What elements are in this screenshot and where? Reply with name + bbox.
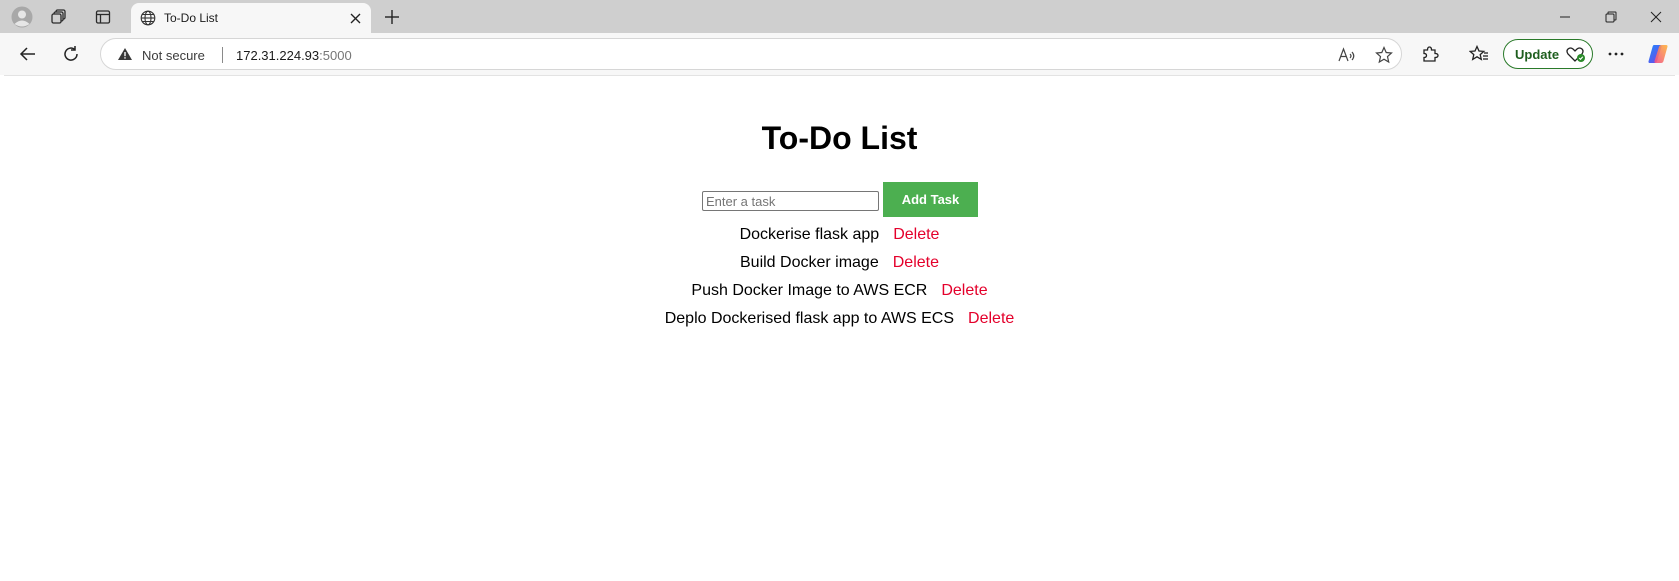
task-item: Push Docker Image to AWS ECR Delete: [4, 277, 1675, 305]
task-item: Dockerise flask app Delete: [4, 221, 1675, 249]
delete-link[interactable]: Delete: [941, 282, 987, 299]
address-separator: [222, 47, 223, 63]
profile-icon[interactable]: [8, 4, 36, 30]
address-bar[interactable]: Not secure 172.31.224.93:5000: [100, 38, 1402, 70]
tab-strip: To-Do List: [0, 0, 1679, 33]
url-text[interactable]: 172.31.224.93:5000: [236, 48, 352, 63]
globe-icon: [139, 9, 157, 27]
back-icon[interactable]: [13, 40, 43, 68]
update-heart-icon: [1566, 46, 1585, 62]
browser-toolbar: Not secure 172.31.224.93:5000 Update: [0, 33, 1679, 75]
warning-icon[interactable]: [117, 47, 133, 61]
update-label: Update: [1515, 46, 1560, 62]
minimize-icon[interactable]: [1542, 0, 1588, 33]
plus-icon[interactable]: [378, 4, 406, 30]
tab-title: To-Do List: [164, 11, 219, 25]
add-task-form: Add Task: [702, 182, 982, 217]
close-icon[interactable]: [345, 8, 365, 28]
task-text: Deplo Dockerised flask app to AWS ECS: [664, 310, 955, 327]
active-tab[interactable]: To-Do List: [131, 3, 371, 33]
update-button[interactable]: Update: [1503, 39, 1593, 69]
task-text: Build Docker image: [740, 254, 879, 271]
delete-link[interactable]: Delete: [968, 310, 1014, 327]
read-aloud-icon[interactable]: [1335, 44, 1359, 66]
add-task-button[interactable]: Add Task: [883, 182, 978, 217]
window-close-icon[interactable]: [1633, 0, 1679, 33]
page-viewport: To-Do List Add Task Dockerise flask appD…: [4, 75, 1675, 581]
delete-link[interactable]: Delete: [893, 226, 939, 243]
restore-icon[interactable]: [1588, 0, 1634, 33]
task-input[interactable]: [702, 191, 879, 211]
security-label[interactable]: Not secure: [142, 48, 205, 63]
task-item: Deplo Dockerised flask app to AWS ECS Del…: [4, 305, 1675, 333]
url-host: 172.31.224.93: [236, 48, 320, 63]
task-text: Push Docker Image to AWS ECR: [691, 282, 928, 299]
task-item: Build Docker image Delete: [4, 249, 1675, 277]
url-port: :5000: [319, 48, 352, 63]
tab-actions-icon[interactable]: [89, 4, 117, 30]
task-text: Dockerise flask app: [739, 226, 880, 243]
favorites-icon[interactable]: [1464, 40, 1494, 68]
page-title: To-Do List: [761, 120, 918, 156]
task-list: Dockerise flask app Delete Build Docker i…: [4, 221, 1675, 333]
extensions-icon[interactable]: [1415, 40, 1445, 68]
copilot-icon[interactable]: [1643, 40, 1673, 68]
workspaces-icon[interactable]: [45, 4, 73, 30]
favorite-star-icon[interactable]: [1372, 44, 1396, 66]
delete-link[interactable]: Delete: [893, 254, 939, 271]
refresh-icon[interactable]: [56, 40, 86, 68]
more-icon[interactable]: [1601, 40, 1631, 68]
